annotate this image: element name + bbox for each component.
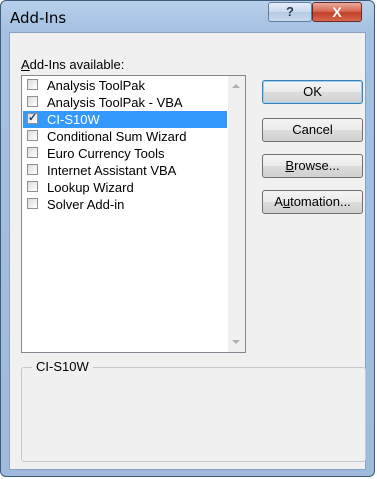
checkbox[interactable] — [27, 79, 38, 90]
checkbox[interactable] — [27, 181, 38, 192]
ok-button[interactable]: OK — [262, 80, 363, 104]
cancel-button[interactable]: Cancel — [262, 118, 363, 142]
browse-button[interactable]: Browse... — [262, 154, 363, 178]
add-in-item[interactable]: Conditional Sum Wizard — [23, 128, 227, 145]
add-ins-available-label: Add-Ins available: — [21, 57, 124, 72]
add-in-label: Lookup Wizard — [47, 180, 134, 195]
add-in-label: Solver Add-in — [47, 197, 125, 212]
add-in-label: Analysis ToolPak - VBA — [47, 95, 183, 110]
add-ins-list-items: Analysis ToolPak Analysis ToolPak - VBA ✓ C… — [23, 77, 227, 213]
automation-access-key: u — [282, 194, 291, 209]
checkbox[interactable] — [27, 147, 38, 158]
checkbox[interactable]: ✓ — [27, 113, 38, 124]
add-in-item[interactable]: ✓ CI-S10W — [23, 111, 227, 128]
checkbox[interactable] — [27, 198, 38, 209]
description-title: CI-S10W — [32, 359, 93, 374]
add-in-item[interactable]: Internet Assistant VBA — [23, 162, 227, 179]
add-in-label: Conditional Sum Wizard — [47, 129, 187, 144]
add-ins-list[interactable]: Analysis ToolPak Analysis ToolPak - VBA ✓ C… — [21, 75, 246, 353]
checkbox[interactable] — [27, 96, 38, 107]
close-icon: X — [332, 4, 342, 20]
add-in-item[interactable]: Analysis ToolPak - VBA — [23, 94, 227, 111]
add-ins-dialog: Add-Ins ? X Add-Ins available: Analysis … — [0, 0, 375, 477]
access-key-a: A — [21, 57, 30, 72]
add-in-label: CI-S10W — [47, 112, 100, 127]
add-in-item[interactable]: Euro Currency Tools — [23, 145, 227, 162]
close-button[interactable]: X — [312, 2, 362, 22]
scroll-down-icon[interactable] — [232, 340, 240, 344]
automation-label-rest: tomation... — [290, 194, 351, 209]
description-groupbox — [21, 367, 366, 462]
checkbox[interactable] — [27, 130, 38, 141]
list-scrollbar[interactable] — [228, 76, 245, 352]
help-icon: ? — [286, 4, 294, 19]
automation-button[interactable]: Automation... — [262, 190, 363, 214]
add-in-label: Euro Currency Tools — [47, 146, 165, 161]
add-in-label: Internet Assistant VBA — [47, 163, 177, 178]
checkbox[interactable] — [27, 164, 38, 175]
add-in-item[interactable]: Analysis ToolPak — [23, 77, 227, 94]
window-title: Add-Ins — [10, 9, 67, 27]
browse-access-key: B — [285, 158, 295, 173]
add-in-label: Analysis ToolPak — [47, 78, 146, 93]
add-in-item[interactable]: Lookup Wizard — [23, 179, 227, 196]
scroll-up-icon[interactable] — [232, 84, 240, 88]
browse-label-rest: rowse... — [294, 158, 340, 173]
add-in-item[interactable]: Solver Add-in — [23, 196, 227, 213]
help-button[interactable]: ? — [268, 2, 312, 22]
automation-label-start: A — [274, 194, 283, 209]
add-ins-available-text: dd-Ins available: — [29, 57, 125, 72]
title-bar[interactable]: Add-Ins ? X — [1, 1, 374, 33]
